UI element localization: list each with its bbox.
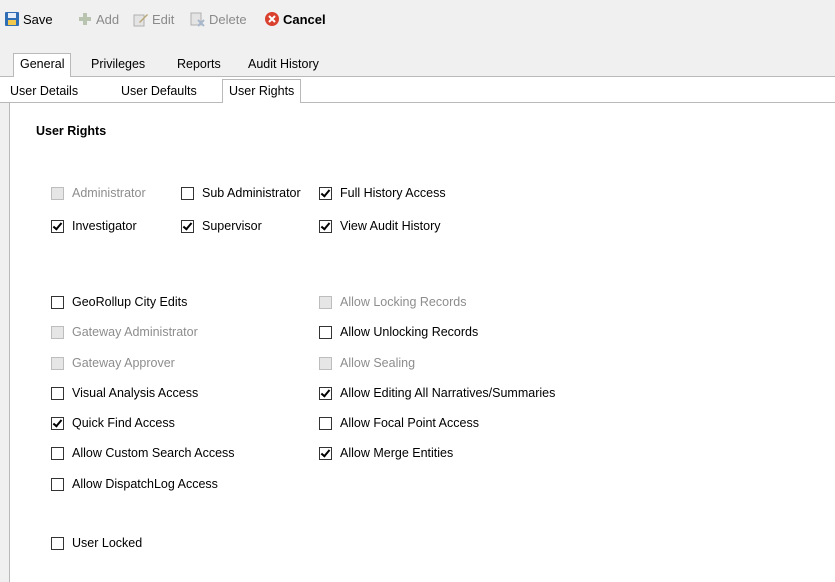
- save-label: Save: [23, 11, 53, 27]
- checkbox-box: [51, 325, 64, 339]
- checkbox-box: [319, 416, 332, 430]
- delete-button[interactable]: Delete: [190, 10, 247, 28]
- checkbox-label: Allow Editing All Narratives/Summaries: [340, 386, 556, 400]
- investigator-checkbox[interactable]: Investigator: [51, 218, 137, 234]
- allow-focal-point-access-checkbox[interactable]: Allow Focal Point Access: [319, 415, 479, 431]
- full-history-access-checkbox[interactable]: Full History Access: [319, 185, 446, 201]
- section-title: User Rights: [36, 124, 107, 138]
- save-icon: [5, 12, 19, 26]
- allow-custom-search-access-checkbox[interactable]: Allow Custom Search Access: [51, 445, 235, 461]
- checkbox-label: Gateway Approver: [72, 356, 175, 370]
- add-icon: [79, 13, 91, 25]
- checkbox-label: View Audit History: [340, 219, 441, 233]
- main-tab-strip: General Privileges Reports Audit History: [0, 49, 835, 78]
- checkbox-box: [51, 186, 64, 200]
- checkbox-label: GeoRollup City Edits: [72, 295, 188, 309]
- add-button[interactable]: Add: [77, 10, 119, 28]
- checkbox-box: [51, 416, 64, 430]
- user-locked-checkbox[interactable]: User Locked: [51, 535, 142, 551]
- allow-unlocking-records-checkbox[interactable]: Allow Unlocking Records: [319, 324, 478, 340]
- checkbox-label: Supervisor: [202, 219, 262, 233]
- edit-label: Edit: [152, 11, 175, 27]
- checkbox-label: Allow Unlocking Records: [340, 325, 479, 339]
- checkbox-box: [51, 219, 64, 233]
- gateway-administrator-checkbox[interactable]: Gateway Administrator: [51, 324, 198, 340]
- delete-label: Delete: [209, 11, 247, 27]
- checkbox-label: Allow Sealing: [340, 356, 416, 370]
- checkbox-box: [51, 386, 64, 400]
- checkbox-box: [319, 186, 332, 200]
- allow-dispatchlog-access-checkbox[interactable]: Allow DispatchLog Access: [51, 476, 218, 492]
- checkbox-box: [319, 219, 332, 233]
- quick-find-access-checkbox[interactable]: Quick Find Access: [51, 415, 175, 431]
- allow-locking-records-checkbox[interactable]: Allow Locking Records: [319, 294, 466, 310]
- checkbox-label: Administrator: [72, 186, 146, 200]
- view-audit-history-checkbox[interactable]: View Audit History: [319, 218, 441, 234]
- checkbox-label: Allow DispatchLog Access: [72, 477, 218, 491]
- allow-merge-entities-checkbox[interactable]: Allow Merge Entities: [319, 445, 453, 461]
- checkbox-box: [181, 219, 194, 233]
- edit-button[interactable]: Edit: [133, 10, 174, 28]
- tab-user-rights[interactable]: User Rights: [222, 79, 302, 105]
- tab-privileges[interactable]: Privileges: [91, 55, 145, 73]
- tab-general[interactable]: General: [13, 53, 72, 78]
- checkbox-box: [51, 477, 64, 491]
- checkbox-label: Visual Analysis Access: [72, 386, 199, 400]
- delete-icon: [190, 12, 205, 27]
- edit-icon: [133, 14, 148, 27]
- checkbox-box: [181, 186, 194, 200]
- checkbox-label: Full History Access: [340, 186, 446, 200]
- visual-analysis-access-checkbox[interactable]: Visual Analysis Access: [51, 385, 198, 401]
- cancel-label: Cancel: [283, 11, 326, 27]
- gateway-approver-checkbox[interactable]: Gateway Approver: [51, 355, 175, 371]
- supervisor-checkbox[interactable]: Supervisor: [181, 218, 262, 234]
- sub-administrator-checkbox[interactable]: Sub Administrator: [181, 185, 301, 201]
- checkbox-label: Allow Custom Search Access: [72, 446, 235, 460]
- checkbox-box: [319, 446, 332, 460]
- checkbox-label: Allow Locking Records: [340, 295, 467, 309]
- checkbox-box: [319, 386, 332, 400]
- cancel-icon: [265, 12, 279, 26]
- checkbox-label: Allow Focal Point Access: [340, 416, 479, 430]
- cancel-button[interactable]: Cancel: [264, 10, 326, 28]
- checkbox-box: [51, 356, 64, 370]
- checkbox-box: [51, 536, 64, 550]
- checkbox-label: User Locked: [72, 536, 143, 550]
- tab-user-details[interactable]: User Details: [10, 82, 78, 100]
- save-button[interactable]: Save: [4, 10, 53, 28]
- tab-audit-history[interactable]: Audit History: [248, 55, 319, 73]
- checkbox-box: [51, 295, 64, 309]
- checkbox-box: [319, 325, 332, 339]
- tab-reports[interactable]: Reports: [177, 55, 221, 73]
- allow-sealing-checkbox[interactable]: Allow Sealing: [319, 355, 415, 371]
- toolbar: Save Add Edit Delete Cancel: [0, 0, 835, 36]
- checkbox-label: Quick Find Access: [72, 416, 175, 430]
- checkbox-label: Sub Administrator: [202, 186, 301, 200]
- allow-editing-all-narratives-checkbox[interactable]: Allow Editing All Narratives/Summaries: [319, 385, 555, 401]
- checkbox-label: Gateway Administrator: [72, 325, 198, 339]
- administrator-checkbox[interactable]: Administrator: [51, 185, 146, 201]
- checkbox-box: [51, 446, 64, 460]
- checkbox-box: [319, 356, 332, 370]
- sub-tab-strip: User Details User Defaults User Rights: [0, 77, 835, 105]
- add-label: Add: [96, 11, 120, 27]
- checkbox-box: [319, 295, 332, 309]
- georollup-city-edits-checkbox[interactable]: GeoRollup City Edits: [51, 294, 187, 310]
- user-rights-panel: [9, 103, 835, 582]
- checkbox-label: Investigator: [72, 219, 137, 233]
- checkbox-label: Allow Merge Entities: [340, 446, 454, 460]
- tab-user-defaults[interactable]: User Defaults: [121, 82, 197, 100]
